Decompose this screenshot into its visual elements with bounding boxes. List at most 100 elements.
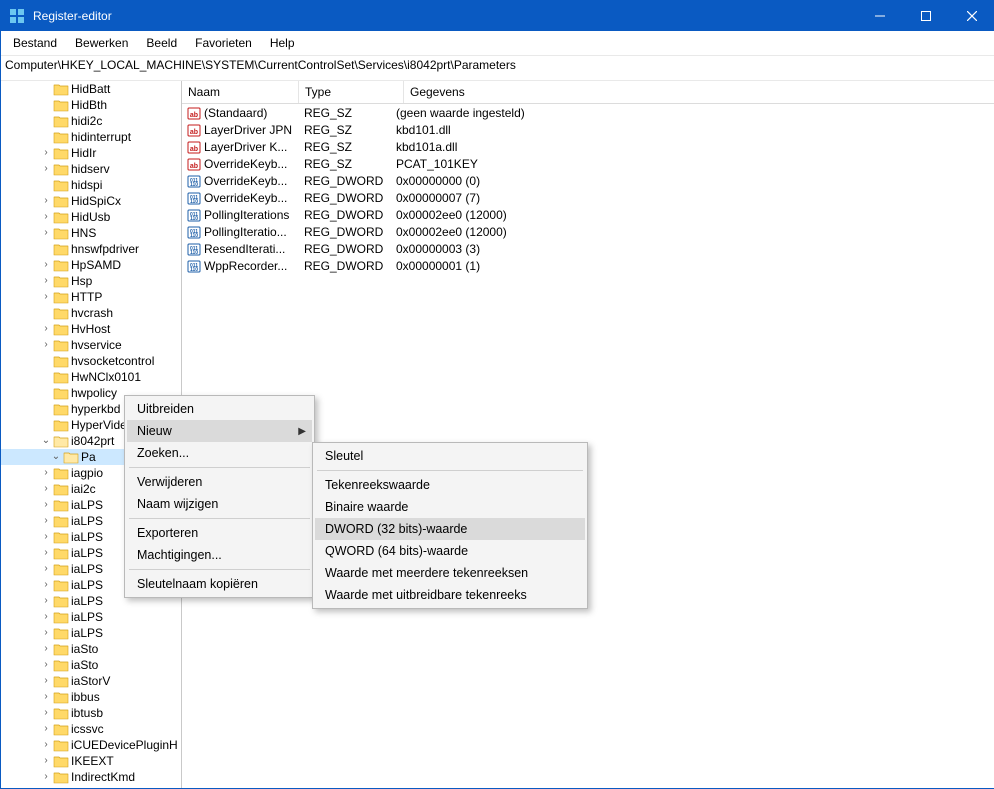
col-type[interactable]: Type [299, 81, 404, 103]
chevron-right-icon[interactable]: › [39, 340, 53, 350]
value-row[interactable]: 011110OverrideKeyb...REG_DWORD0x00000000… [182, 172, 994, 189]
chevron-right-icon[interactable]: › [39, 516, 53, 526]
chevron-right-icon[interactable]: › [39, 468, 53, 478]
ctx-new-key[interactable]: Sleutel [315, 445, 585, 467]
ctx-copy-key-name[interactable]: Sleutelnaam kopiëren [127, 573, 312, 595]
chevron-right-icon[interactable]: › [39, 532, 53, 542]
ctx-new[interactable]: Nieuw▶ Sleutel Tekenreekswaarde Binaire … [127, 420, 312, 442]
ctx-find[interactable]: Zoeken... [127, 442, 312, 464]
tree-item[interactable]: ›HidUsb [1, 209, 181, 225]
maximize-button[interactable] [903, 1, 949, 31]
menu-file[interactable]: Bestand [5, 34, 65, 52]
chevron-right-icon[interactable]: › [39, 660, 53, 670]
chevron-right-icon[interactable]: › [39, 692, 53, 702]
tree-item[interactable]: ›iCUEDevicePluginH [1, 737, 181, 753]
chevron-right-icon[interactable]: › [39, 756, 53, 766]
chevron-right-icon[interactable]: › [39, 276, 53, 286]
tree-item[interactable]: ›HvHost [1, 321, 181, 337]
tree-item[interactable]: HidBth [1, 97, 181, 113]
ctx-permissions[interactable]: Machtigingen... [127, 544, 312, 566]
tree-item[interactable]: ›ibtusb [1, 705, 181, 721]
ctx-export[interactable]: Exporteren [127, 522, 312, 544]
tree-item[interactable]: hnswfpdriver [1, 241, 181, 257]
tree-item[interactable]: ›IndirectKmd [1, 769, 181, 785]
tree-item[interactable]: hidinterrupt [1, 129, 181, 145]
tree-item[interactable]: hidi2c [1, 113, 181, 129]
chevron-right-icon[interactable]: › [39, 164, 53, 174]
chevron-right-icon[interactable]: › [39, 612, 53, 622]
chevron-right-icon[interactable]: › [39, 772, 53, 782]
ctx-delete[interactable]: Verwijderen [127, 471, 312, 493]
tree-item[interactable]: ›iaSto [1, 657, 181, 673]
chevron-right-icon[interactable]: › [39, 724, 53, 734]
ctx-new-binary[interactable]: Binaire waarde [315, 496, 585, 518]
chevron-right-icon[interactable]: › [39, 228, 53, 238]
value-row[interactable]: 011110PollingIteratio...REG_DWORD0x00002… [182, 223, 994, 240]
tree-item-label: iaLPS [71, 578, 103, 592]
chevron-right-icon[interactable]: › [39, 740, 53, 750]
tree-item[interactable]: ›icssvc [1, 721, 181, 737]
col-data[interactable]: Gegevens [404, 81, 994, 103]
value-row[interactable]: abLayerDriver JPNREG_SZkbd101.dll [182, 121, 994, 138]
chevron-right-icon[interactable]: › [39, 548, 53, 558]
chevron-right-icon[interactable]: › [39, 676, 53, 686]
chevron-right-icon[interactable]: › [39, 324, 53, 334]
tree-item[interactable]: ›hvservice [1, 337, 181, 353]
menu-view[interactable]: Beeld [138, 34, 185, 52]
close-button[interactable] [949, 1, 994, 31]
tree-item[interactable]: ›iaLPS [1, 609, 181, 625]
chevron-right-icon[interactable]: › [39, 212, 53, 222]
tree-item[interactable]: ›ibbus [1, 689, 181, 705]
tree-item[interactable]: hidspi [1, 177, 181, 193]
ctx-new-string[interactable]: Tekenreekswaarde [315, 474, 585, 496]
tree-item[interactable]: ›iaLPS [1, 625, 181, 641]
tree-item[interactable]: ›HidSpiCx [1, 193, 181, 209]
ctx-new-multi[interactable]: Waarde met meerdere tekenreeksen [315, 562, 585, 584]
col-name[interactable]: Naam [182, 81, 299, 103]
chevron-right-icon[interactable]: › [39, 148, 53, 158]
minimize-button[interactable] [857, 1, 903, 31]
value-row[interactable]: 011110OverrideKeyb...REG_DWORD0x00000007… [182, 189, 994, 206]
tree-item[interactable]: ›iaSto [1, 641, 181, 657]
ctx-rename[interactable]: Naam wijzigen [127, 493, 312, 515]
value-row[interactable]: 011110PollingIterationsREG_DWORD0x00002e… [182, 206, 994, 223]
tree-item[interactable]: ›HTTP [1, 289, 181, 305]
chevron-right-icon[interactable]: › [39, 708, 53, 718]
tree-item[interactable]: ›iaStorV [1, 673, 181, 689]
address-bar[interactable]: Computer\HKEY_LOCAL_MACHINE\SYSTEM\Curre… [1, 56, 994, 81]
tree-item[interactable]: ›hidserv [1, 161, 181, 177]
chevron-right-icon[interactable]: › [39, 596, 53, 606]
ctx-new-dword[interactable]: DWORD (32 bits)-waarde [315, 518, 585, 540]
ctx-new-expand[interactable]: Waarde met uitbreidbare tekenreeks [315, 584, 585, 606]
tree-item[interactable]: hvsocketcontrol [1, 353, 181, 369]
value-row[interactable]: 011110WppRecorder...REG_DWORD0x00000001 … [182, 257, 994, 274]
tree-item[interactable]: ›HpSAMD [1, 257, 181, 273]
chevron-right-icon[interactable]: › [39, 580, 53, 590]
chevron-right-icon[interactable]: › [39, 564, 53, 574]
ctx-new-qword[interactable]: QWORD (64 bits)-waarde [315, 540, 585, 562]
tree-item[interactable]: ›Hsp [1, 273, 181, 289]
chevron-down-icon[interactable]: ⌄ [39, 436, 53, 446]
chevron-right-icon[interactable]: › [39, 292, 53, 302]
menu-help[interactable]: Help [262, 34, 303, 52]
value-row[interactable]: 011110ResendIterati...REG_DWORD0x0000000… [182, 240, 994, 257]
tree-item[interactable]: hvcrash [1, 305, 181, 321]
chevron-right-icon[interactable]: › [39, 500, 53, 510]
value-row[interactable]: abOverrideKeyb...REG_SZPCAT_101KEY [182, 155, 994, 172]
chevron-down-icon[interactable]: ⌄ [49, 452, 63, 462]
chevron-right-icon[interactable]: › [39, 484, 53, 494]
menu-favorites[interactable]: Favorieten [187, 34, 260, 52]
tree-item[interactable]: ›HidIr [1, 145, 181, 161]
tree-item[interactable]: ›IKEEXT [1, 753, 181, 769]
ctx-expand[interactable]: Uitbreiden [127, 398, 312, 420]
tree-item[interactable]: HwNClx0101 [1, 369, 181, 385]
tree-item[interactable]: ›HNS [1, 225, 181, 241]
chevron-right-icon[interactable]: › [39, 628, 53, 638]
value-row[interactable]: ab(Standaard)REG_SZ(geen waarde ingestel… [182, 104, 994, 121]
value-row[interactable]: abLayerDriver K...REG_SZkbd101a.dll [182, 138, 994, 155]
chevron-right-icon[interactable]: › [39, 196, 53, 206]
chevron-right-icon[interactable]: › [39, 644, 53, 654]
tree-item[interactable]: HidBatt [1, 81, 181, 97]
menu-edit[interactable]: Bewerken [67, 34, 136, 52]
chevron-right-icon[interactable]: › [39, 260, 53, 270]
